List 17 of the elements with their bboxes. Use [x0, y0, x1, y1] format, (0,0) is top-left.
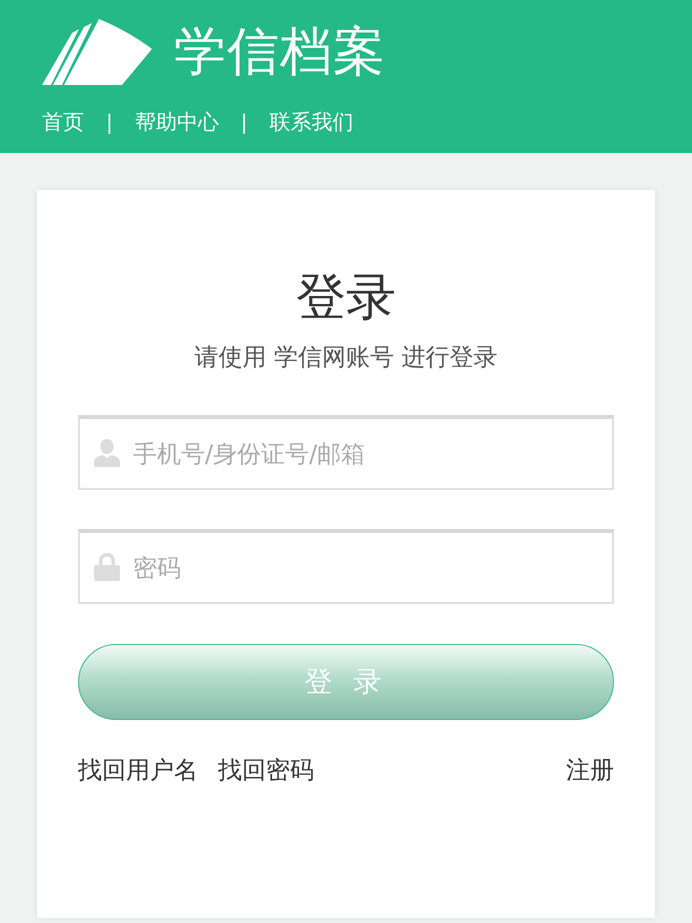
nav-link[interactable]: 联系我们	[270, 108, 354, 136]
lock-icon	[94, 553, 120, 581]
login-button[interactable]: 登 录	[78, 644, 614, 720]
nav-link[interactable]: 帮助中心	[134, 108, 219, 136]
text-link[interactable]: 找回用户名	[78, 754, 198, 786]
nav-separator: |	[106, 109, 113, 136]
nav-separator: |	[240, 109, 248, 136]
book-pages-logo-icon	[42, 19, 152, 85]
input-field[interactable]: 密码	[78, 529, 614, 604]
input-field[interactable]: 手机号/身份证号/邮箱	[78, 415, 614, 490]
register-link[interactable]: 注册	[566, 756, 614, 784]
person-icon	[94, 439, 120, 467]
login-title: 登录	[295, 267, 397, 328]
nav-link[interactable]: 首页	[42, 108, 84, 136]
login-subtitle: 请使用 学信网账号 进行登录	[193, 342, 499, 373]
site-title: 学信档案	[174, 22, 386, 82]
text-link[interactable]: 找回密码	[218, 754, 314, 786]
